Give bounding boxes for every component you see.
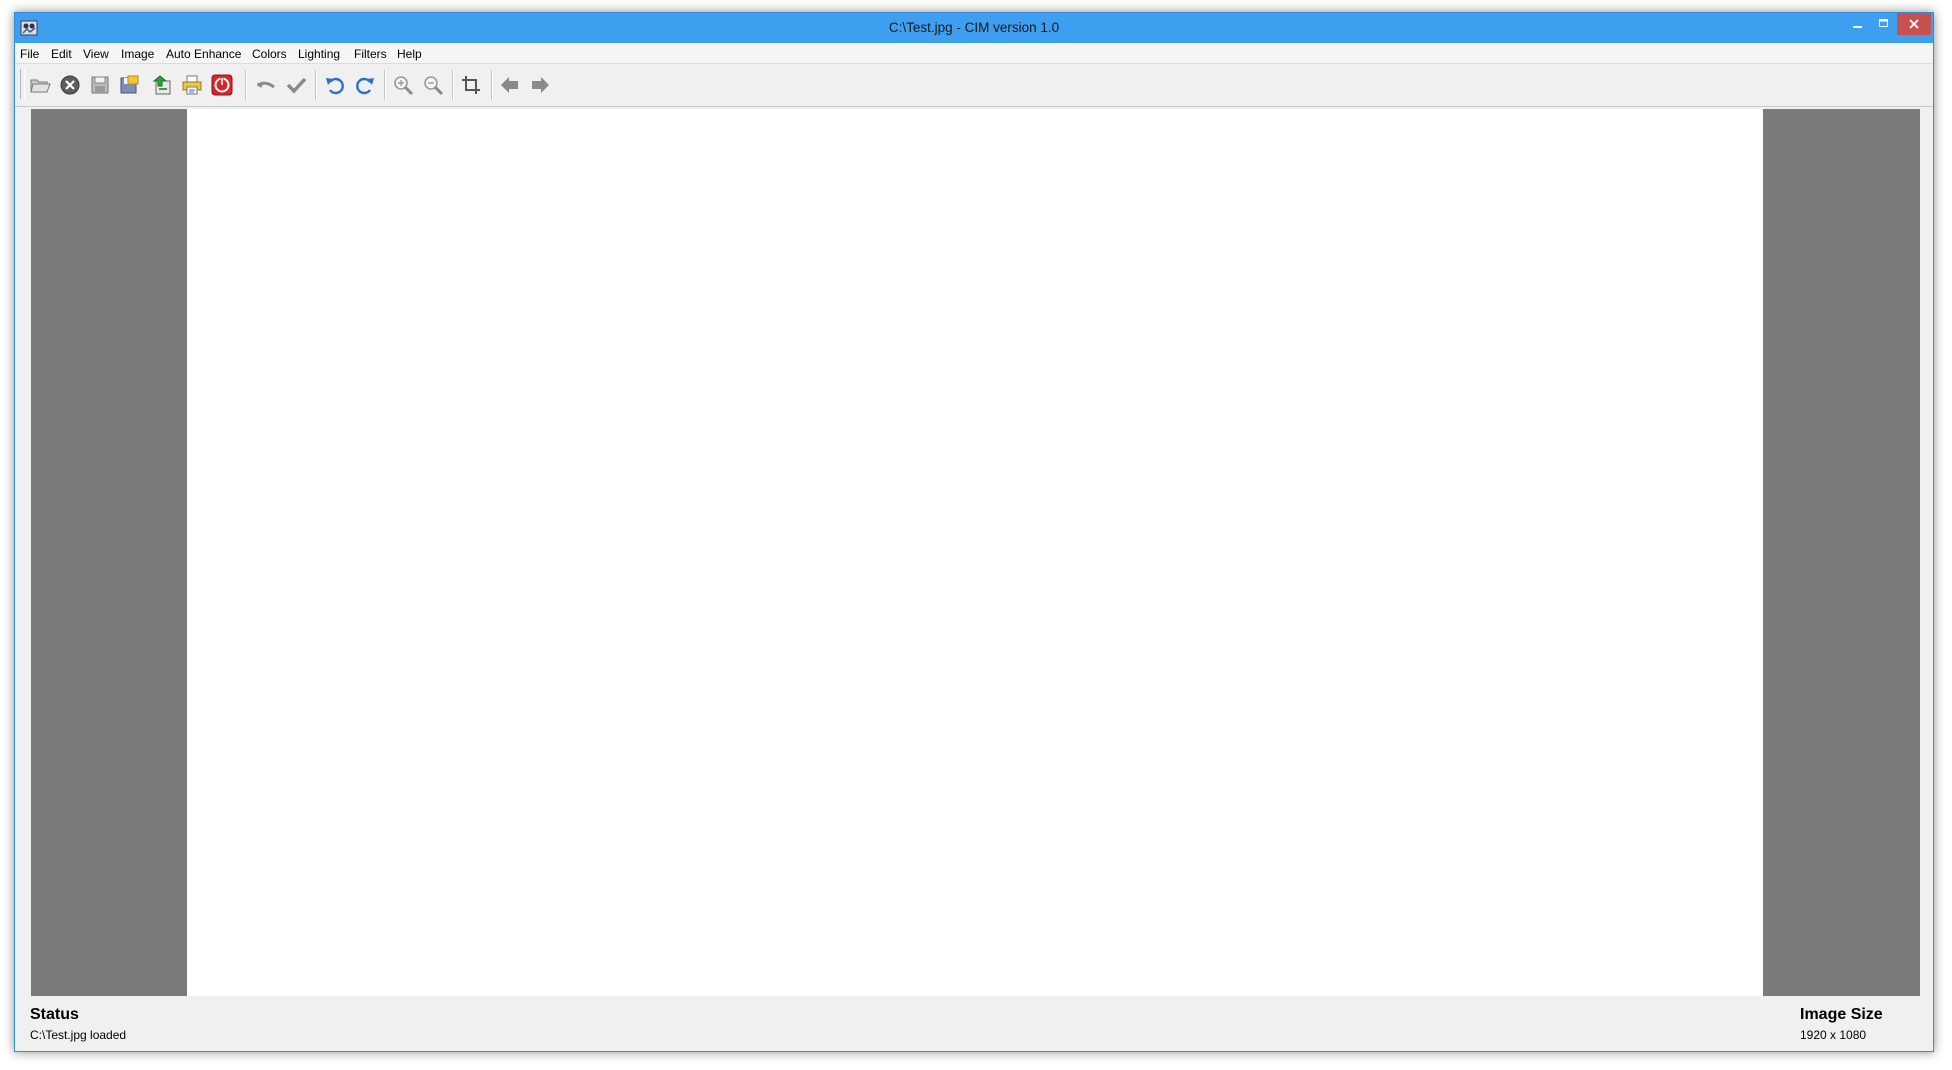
crop-button[interactable] [458,72,484,98]
export-button[interactable] [149,72,175,98]
next-button[interactable] [527,72,553,98]
close-window-button[interactable] [1897,13,1931,35]
save-as-button[interactable] [116,72,142,98]
previous-button[interactable] [497,72,523,98]
app-window: C:\Test.jpg - CIM version 1.0 File Edit … [14,12,1934,1052]
toolbar [15,64,1933,107]
image-preview[interactable] [187,109,1763,996]
window-title: C:\Test.jpg - CIM version 1.0 [888,20,1060,35]
menu-lighting[interactable]: Lighting [298,47,340,61]
toolbar-separator [452,70,454,100]
toolbar-separator [491,70,493,100]
menu-colors[interactable]: Colors [252,47,287,61]
cancel-button[interactable] [253,72,279,98]
cancel-icon [256,81,275,89]
save-as-icon [120,75,139,94]
apply-check-icon [286,77,307,94]
export-icon [152,75,171,95]
image-size-value: 1920 x 1080 [1800,1028,1867,1042]
title-bar[interactable]: C:\Test.jpg - CIM version 1.0 [15,13,1933,43]
next-arrow-icon [532,77,549,93]
previous-arrow-icon [501,77,518,93]
status-message: C:\Test.jpg loaded [30,1028,127,1042]
zoom-in-button[interactable] [390,72,416,98]
minimize-icon [1853,26,1862,28]
exit-power-icon [211,74,233,96]
close-circle-icon [60,75,80,95]
save-button[interactable] [87,72,113,98]
menu-bar: File Edit View Image Auto Enhance Colors… [15,43,1933,64]
print-icon [182,75,202,95]
toolbar-separator [245,70,247,100]
menu-edit[interactable]: Edit [51,47,72,61]
redo-icon [356,77,374,95]
open-folder-icon [30,79,51,93]
zoom-out-button[interactable] [420,72,446,98]
redo-button[interactable] [352,72,378,98]
open-button[interactable] [27,72,53,98]
toolbar-grip[interactable] [20,69,25,99]
toolbar-separator [315,70,317,100]
zoom-out-icon [424,76,444,96]
menu-filters[interactable]: Filters [354,47,387,61]
menu-help[interactable]: Help [397,47,422,61]
zoom-in-icon [394,76,414,96]
print-button[interactable] [179,72,205,98]
undo-icon [326,77,344,95]
undo-button[interactable] [322,72,348,98]
menu-file[interactable]: File [20,47,39,61]
status-heading: Status [30,1006,79,1023]
toolbar-separator [384,70,386,100]
minimize-button[interactable] [1845,13,1871,35]
maximize-button[interactable] [1871,13,1897,35]
status-bar: Status C:\Test.jpg loaded Image Size 192… [15,1000,1933,1051]
menu-auto-enhance[interactable]: Auto Enhance [166,47,241,61]
close-icon [1909,19,1919,29]
menu-image[interactable]: Image [121,47,154,61]
maximize-icon [1879,19,1888,27]
image-size-heading: Image Size [1800,1006,1883,1023]
apply-button[interactable] [283,72,309,98]
crop-icon [462,76,480,94]
save-icon [91,76,109,94]
exit-button[interactable] [209,72,235,98]
canvas-area[interactable] [31,109,1920,996]
menu-view[interactable]: View [83,47,109,61]
close-image-button[interactable] [57,72,83,98]
